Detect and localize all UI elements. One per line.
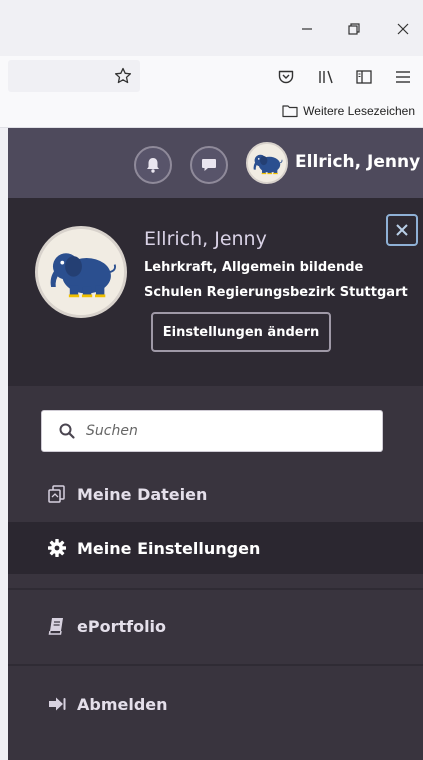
search-icon [59, 423, 75, 439]
profile-avatar [35, 226, 127, 318]
bell-icon [147, 158, 159, 173]
logout-icon [46, 693, 68, 715]
nav-item-my-settings[interactable]: Meine Einstellungen [8, 522, 423, 574]
nav-item-eportfolio[interactable]: ePortfolio [8, 600, 423, 652]
nav-item-label: Meine Dateien [77, 484, 208, 504]
files-icon [46, 483, 68, 505]
search-box[interactable] [41, 410, 383, 452]
nav-item-label: Abmelden [77, 694, 168, 714]
search-input[interactable] [86, 411, 376, 451]
notifications-button[interactable] [134, 146, 172, 184]
bookmarks-folder-label: Weitere Lesezeichen [303, 104, 415, 118]
bookmarks-bar: Weitere Lesezeichen [0, 98, 423, 128]
divider [8, 664, 423, 666]
close-icon [397, 23, 409, 35]
nav-item-my-files[interactable]: Meine Dateien [8, 468, 423, 520]
sidebar-icon [356, 70, 372, 84]
minimize-icon [302, 28, 312, 30]
gear-icon [46, 537, 68, 559]
profile-card: Ellrich, Jenny Lehrkraft, Allgemein bild… [8, 198, 423, 386]
profile-name: Ellrich, Jenny [144, 228, 267, 250]
url-bar[interactable] [8, 60, 140, 92]
folder-icon [282, 105, 298, 118]
nav-item-label: ePortfolio [77, 616, 167, 636]
header-user-name[interactable]: Ellrich, Jenny [295, 152, 420, 172]
library-icon [319, 70, 333, 84]
pocket-button[interactable] [275, 66, 297, 88]
pocket-icon [278, 70, 294, 84]
bookmark-star-button[interactable] [112, 65, 134, 87]
app-header: Ellrich, Jenny [8, 128, 423, 198]
close-window-button[interactable] [392, 18, 414, 40]
star-icon [114, 67, 132, 84]
app-viewport: Ellrich, Jenny Ellrich, Jenny Lehrkraft,… [8, 128, 423, 760]
nav-item-label: Meine Einstellungen [77, 538, 261, 558]
messages-button[interactable] [190, 146, 228, 184]
elephant-avatar-icon [248, 144, 286, 182]
profile-role: Lehrkraft, Allgemein bildende Schulen Re… [144, 260, 408, 300]
book-icon [46, 615, 68, 637]
close-menu-button[interactable] [386, 214, 418, 246]
user-avatar[interactable] [246, 142, 288, 184]
close-icon [396, 224, 408, 236]
sidebar-button[interactable] [353, 66, 375, 88]
hamburger-menu-icon [396, 71, 410, 83]
restore-button[interactable] [343, 18, 365, 40]
change-settings-button[interactable]: Einstellungen ändern [151, 312, 331, 352]
elephant-avatar-icon [38, 229, 124, 315]
library-button[interactable] [315, 66, 337, 88]
nav-item-logout[interactable]: Abmelden [8, 678, 423, 730]
chat-bubble-icon [202, 159, 216, 171]
browser-toolbar [0, 56, 423, 98]
restore-icon [348, 23, 360, 35]
divider [8, 588, 423, 590]
minimize-button[interactable] [296, 18, 318, 40]
browser-titlebar [0, 0, 423, 56]
screen: Weitere Lesezeichen Ellrich, Jenny Ellri… [0, 0, 423, 760]
bookmarks-folder-other[interactable]: Weitere Lesezeichen [282, 104, 415, 118]
menu-button[interactable] [392, 66, 414, 88]
user-menu-panel: Ellrich, Jenny Lehrkraft, Allgemein bild… [8, 198, 423, 760]
